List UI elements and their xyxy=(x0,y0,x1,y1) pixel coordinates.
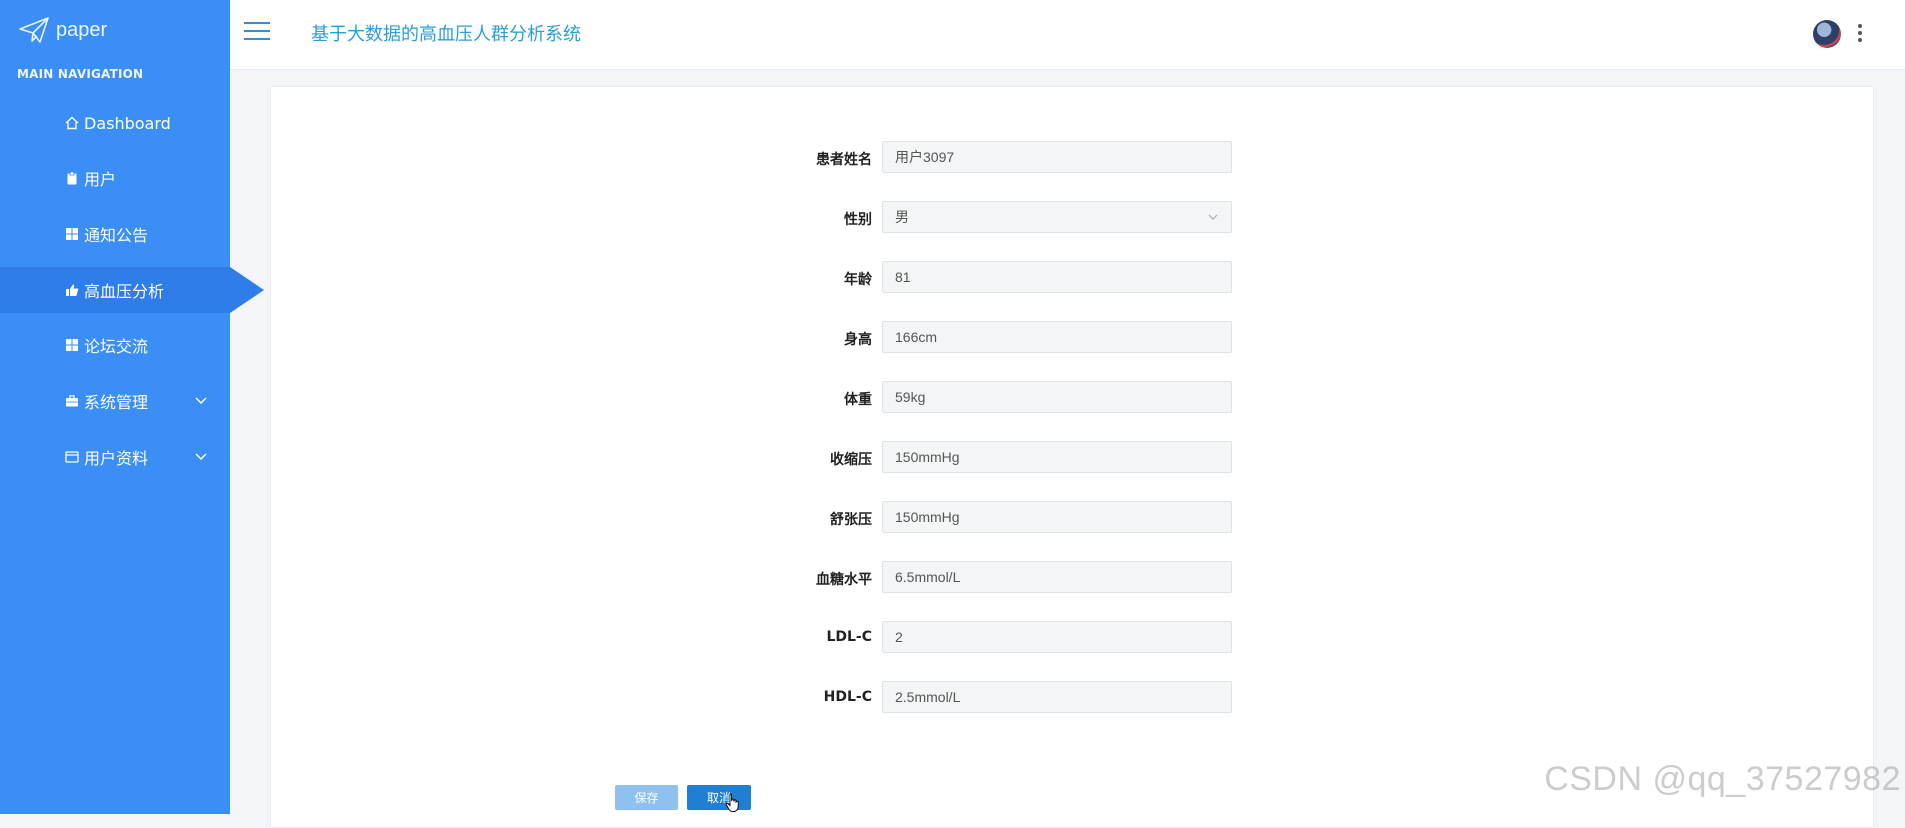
brand-logo[interactable]: paper xyxy=(18,12,107,48)
sidebar-item-notices[interactable]: 通知公告 xyxy=(0,211,230,257)
avatar[interactable] xyxy=(1813,20,1841,48)
form-row-hdl: HDL-C xyxy=(271,681,1271,715)
field-label: 性别 xyxy=(844,212,872,228)
sidebar-item-label: 论坛交流 xyxy=(84,337,149,356)
sidebar-item-system-management[interactable]: 系统管理 xyxy=(0,378,230,424)
age-field[interactable] xyxy=(882,261,1232,293)
nav-heading: MAIN NAVIGATION xyxy=(17,67,144,81)
sidebar-item-label: 用户 xyxy=(84,170,117,189)
sidebar-item-label: 通知公告 xyxy=(84,226,149,245)
watermark: CSDN @qq_37527982 xyxy=(1544,760,1901,798)
menu-toggle-icon[interactable] xyxy=(244,22,272,44)
field-label: 年龄 xyxy=(844,272,872,288)
sidebar-item-label: 系统管理 xyxy=(84,393,149,412)
clipboard-icon xyxy=(64,170,80,186)
sidebar-item-dashboard[interactable]: Dashboard xyxy=(0,100,230,146)
form-row-ldl: LDL-C xyxy=(271,621,1271,655)
field-label: LDL-C xyxy=(826,629,872,645)
form-row-systolic: 收缩压 xyxy=(271,441,1271,475)
weight-field[interactable] xyxy=(882,381,1232,413)
brand-name: paper xyxy=(56,18,108,41)
field-label: 身高 xyxy=(844,332,872,348)
paper-plane-icon xyxy=(19,17,49,43)
cancel-button[interactable]: 取消 xyxy=(687,785,751,810)
top-bar: 基于大数据的高血压人群分析系统 xyxy=(230,0,1905,70)
field-label: 体重 xyxy=(844,392,872,408)
save-button[interactable]: 保存 xyxy=(615,785,678,810)
grid-icon xyxy=(64,337,80,353)
content-card: 患者姓名 性别 男 年龄 身高 体重 收缩压 舒张压 血糖水平 LDL-C HD… xyxy=(270,86,1874,828)
sidebar-item-users[interactable]: 用户 xyxy=(0,155,230,201)
field-label: 患者姓名 xyxy=(816,152,872,168)
grid-icon xyxy=(64,226,80,242)
hand-pointer-icon xyxy=(725,793,739,812)
chevron-down-icon xyxy=(195,397,207,405)
id-card-icon xyxy=(64,449,80,465)
form-row-diastolic: 舒张压 xyxy=(271,501,1271,535)
form-row-height: 身高 xyxy=(271,321,1271,355)
more-options-icon[interactable] xyxy=(1857,24,1863,44)
gender-select[interactable]: 男 xyxy=(882,201,1232,233)
hdl-c-field[interactable] xyxy=(882,681,1232,713)
gender-select-value: 男 xyxy=(895,209,909,225)
form-row-weight: 体重 xyxy=(271,381,1271,415)
ldl-c-field[interactable] xyxy=(882,621,1232,653)
patient-name-field[interactable] xyxy=(882,141,1232,173)
thumbs-up-icon xyxy=(64,282,80,298)
height-field[interactable] xyxy=(882,321,1232,353)
field-label: HDL-C xyxy=(823,689,872,705)
sidebar-item-label: 用户资料 xyxy=(84,449,149,468)
home-icon xyxy=(64,115,80,131)
sidebar: paper MAIN NAVIGATION Dashboard 用户 通知公告 … xyxy=(0,0,264,814)
field-label: 血糖水平 xyxy=(816,572,872,588)
form-row-gender: 性别 男 xyxy=(271,201,1271,235)
diastolic-pressure-field[interactable] xyxy=(882,501,1232,533)
chevron-down-icon xyxy=(195,453,207,461)
field-label: 舒张压 xyxy=(830,512,872,528)
form-row-blood-sugar: 血糖水平 xyxy=(271,561,1271,595)
page-title: 基于大数据的高血压人群分析系统 xyxy=(311,24,581,45)
sidebar-item-user-profile[interactable]: 用户资料 xyxy=(0,434,230,480)
briefcase-icon xyxy=(64,393,80,409)
sidebar-item-label: 高血压分析 xyxy=(84,282,165,301)
form-row-name: 患者姓名 xyxy=(271,141,1271,175)
form-row-age: 年龄 xyxy=(271,261,1271,295)
sidebar-item-hypertension-analysis[interactable]: 高血压分析 xyxy=(0,267,264,313)
sidebar-item-label: Dashboard xyxy=(84,113,171,133)
blood-sugar-field[interactable] xyxy=(882,561,1232,593)
chevron-down-icon xyxy=(1208,214,1218,220)
field-label: 收缩压 xyxy=(830,452,872,468)
sidebar-item-forum[interactable]: 论坛交流 xyxy=(0,322,230,368)
systolic-pressure-field[interactable] xyxy=(882,441,1232,473)
